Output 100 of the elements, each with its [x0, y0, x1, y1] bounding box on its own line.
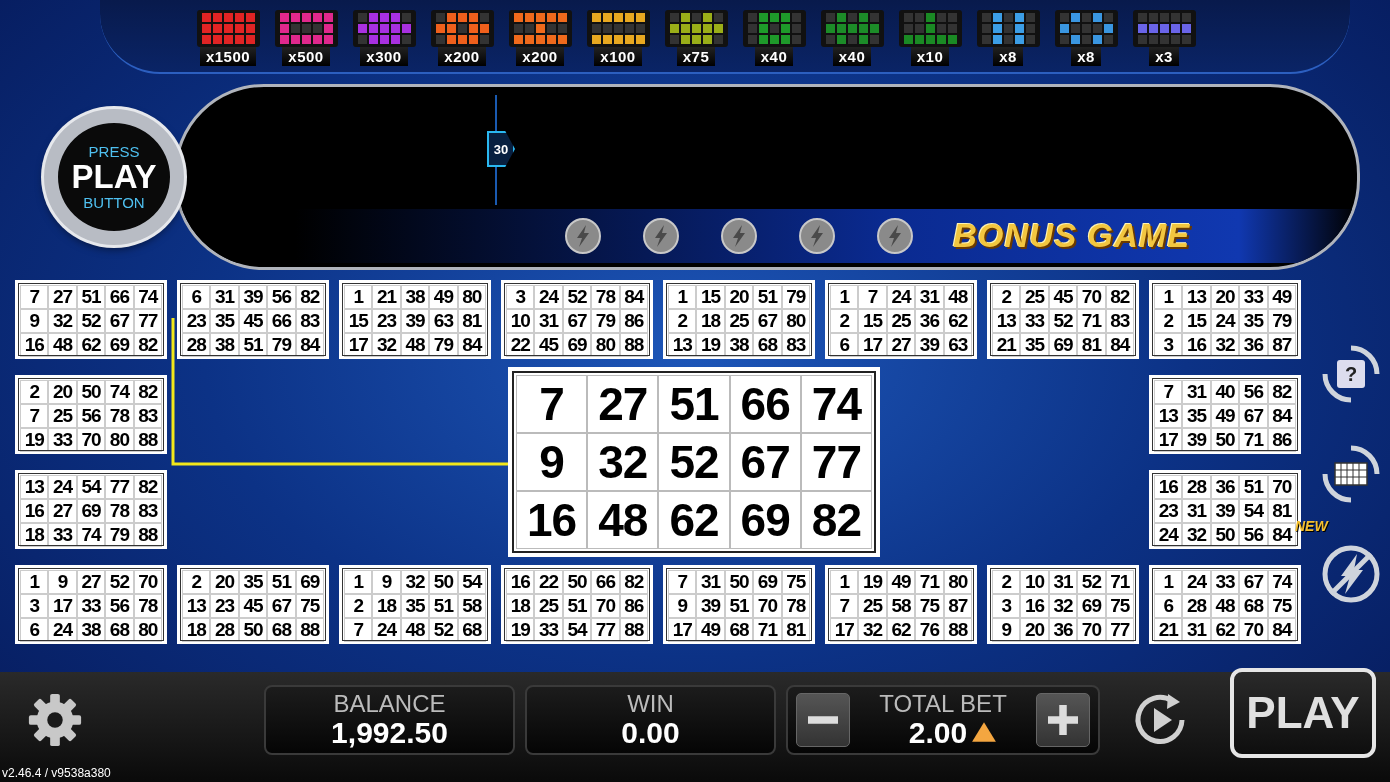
card-number: 7	[668, 570, 697, 594]
card-number: 56	[1239, 380, 1268, 404]
total-bet-label: TOTAL BET	[879, 691, 1007, 716]
multiplier-label: x500	[282, 47, 330, 66]
card-number: 9	[668, 594, 697, 618]
card-number: 75	[1267, 594, 1296, 618]
card-number: 69	[76, 499, 106, 523]
card-number: 1	[830, 570, 859, 594]
card-number: 16	[516, 491, 588, 549]
card-number: 20	[210, 570, 239, 594]
card-number: 2	[344, 594, 373, 618]
card-number: 35	[210, 309, 239, 333]
card-number: 67	[1239, 404, 1268, 428]
card-number: 18	[696, 309, 725, 333]
card-number: 13	[20, 475, 49, 499]
card-number: 58	[886, 594, 916, 618]
card-number: 50	[1210, 428, 1240, 452]
win-value: 0.00	[621, 715, 680, 749]
card-number: 66	[105, 285, 134, 309]
card-number: 75	[781, 570, 810, 594]
card-number: 68	[267, 618, 296, 642]
play-button[interactable]: PLAY	[1230, 668, 1376, 758]
card-number: 71	[753, 618, 782, 642]
card-number: 36	[1239, 333, 1268, 357]
card-number: 3	[1154, 333, 1183, 357]
card-number: 51	[753, 285, 782, 309]
card-number: 35	[1020, 333, 1049, 357]
card-number: 49	[1210, 404, 1240, 428]
card-number: 45	[1048, 285, 1078, 309]
card-number: 19	[858, 570, 887, 594]
card-number: 3	[20, 594, 49, 618]
card-number: 70	[1267, 475, 1296, 499]
card-number: 68	[1239, 594, 1268, 618]
card-number: 1	[668, 285, 697, 309]
card-number: 52	[1077, 570, 1106, 594]
card-number: 36	[915, 309, 944, 333]
card-number: 16	[1020, 594, 1049, 618]
card-number: 51	[562, 594, 592, 618]
card-number: 25	[1020, 285, 1049, 309]
card-number: 21	[1154, 618, 1183, 642]
card-number: 39	[1210, 499, 1240, 523]
card-number: 35	[238, 570, 268, 594]
card-number: 83	[781, 333, 810, 357]
card-number: 23	[182, 309, 211, 333]
card-number: 32	[858, 618, 887, 642]
card-number: 6	[182, 285, 211, 309]
press-play-button[interactable]: PRESS PLAY BUTTON	[44, 109, 184, 245]
card-number: 22	[506, 333, 535, 357]
card-number: 54	[457, 570, 486, 594]
card-number: 6	[1154, 594, 1183, 618]
card-number: 35	[1182, 404, 1211, 428]
card-number: 1	[1154, 570, 1183, 594]
multiplier-label: x200	[516, 47, 564, 66]
card-number: 68	[753, 333, 782, 357]
card-number: 54	[562, 618, 592, 642]
card-number: 70	[591, 594, 620, 618]
card-number: 50	[724, 570, 754, 594]
card-number: 20	[48, 380, 77, 404]
card-number: 2	[668, 309, 697, 333]
balance-value: 1,992.50	[331, 715, 448, 749]
multiplier-label: x75	[676, 47, 716, 66]
card-number: 68	[457, 618, 486, 642]
card-number: 49	[886, 570, 916, 594]
card-number: 86	[1267, 428, 1296, 452]
card-number: 45	[534, 333, 563, 357]
card-number: 36	[1048, 618, 1078, 642]
card-number: 2	[182, 570, 211, 594]
card-number: 39	[1182, 428, 1211, 452]
card-number: 88	[943, 618, 972, 642]
win-label: WIN	[627, 691, 674, 716]
card-number: 6	[830, 333, 859, 357]
multiplier-label: x100	[594, 47, 642, 66]
multiplier-label: x40	[754, 47, 794, 66]
card-number: 51	[724, 594, 754, 618]
card-number: 52	[562, 285, 592, 309]
card-number: 2	[1154, 309, 1183, 333]
card-number: 82	[800, 491, 872, 549]
card-number: 67	[729, 433, 801, 491]
card-number: 51	[1239, 475, 1268, 499]
card-number: 69	[562, 333, 592, 357]
card-number: 58	[457, 594, 486, 618]
card-number: 17	[830, 618, 859, 642]
card-number: 24	[1210, 309, 1240, 333]
card-number: 62	[658, 491, 730, 549]
help-button[interactable]: ?	[1319, 342, 1383, 406]
card-number: 88	[133, 523, 162, 547]
multiplier-label: x8	[993, 47, 1023, 66]
card-number: 52	[105, 570, 134, 594]
card-number: 16	[20, 333, 49, 357]
card-number: 84	[1267, 523, 1296, 547]
card-number: 2	[20, 380, 49, 404]
card-number: 51	[76, 285, 106, 309]
card-number: 3	[992, 594, 1021, 618]
card-number: 17	[668, 618, 697, 642]
card-number: 33	[1239, 285, 1268, 309]
card-number: 48	[400, 333, 430, 357]
card-number: 67	[562, 309, 592, 333]
card-number: 74	[800, 375, 872, 433]
card-number: 31	[1182, 618, 1211, 642]
card-number: 88	[295, 618, 324, 642]
